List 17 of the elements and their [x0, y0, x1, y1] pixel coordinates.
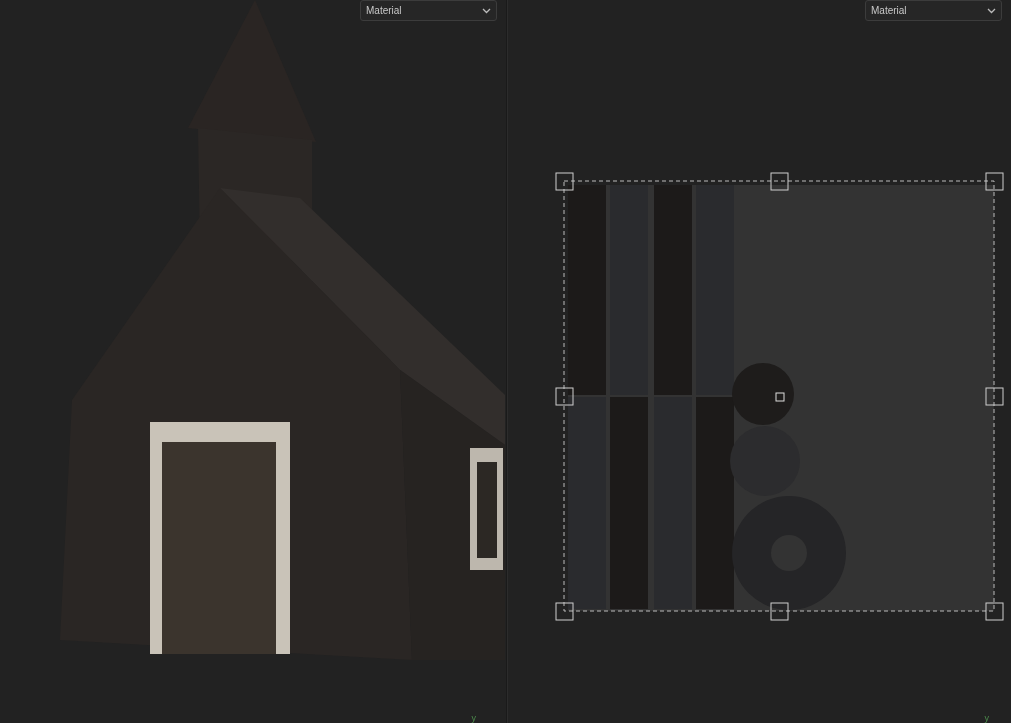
material-dropdown[interactable]: Material	[865, 0, 1002, 21]
chevron-down-icon	[987, 7, 996, 14]
transform-handle[interactable]	[985, 387, 1004, 406]
transform-handle[interactable]	[555, 387, 574, 406]
transform-handle[interactable]	[555, 602, 574, 621]
axis-label: y	[471, 713, 476, 723]
transform-handle[interactable]	[985, 172, 1004, 191]
transform-handle[interactable]	[770, 602, 789, 621]
viewport[interactable]: Material y	[0, 0, 507, 723]
transform-handle[interactable]	[555, 172, 574, 191]
chevron-down-icon	[482, 7, 491, 14]
material-dropdown[interactable]: Material	[360, 0, 497, 21]
pivot-handle[interactable]	[775, 392, 785, 402]
viewport[interactable]: Material y	[507, 0, 1011, 723]
transform-handle[interactable]	[985, 602, 1004, 621]
axis-label: y	[984, 713, 989, 723]
transform-handle[interactable]	[770, 172, 789, 191]
